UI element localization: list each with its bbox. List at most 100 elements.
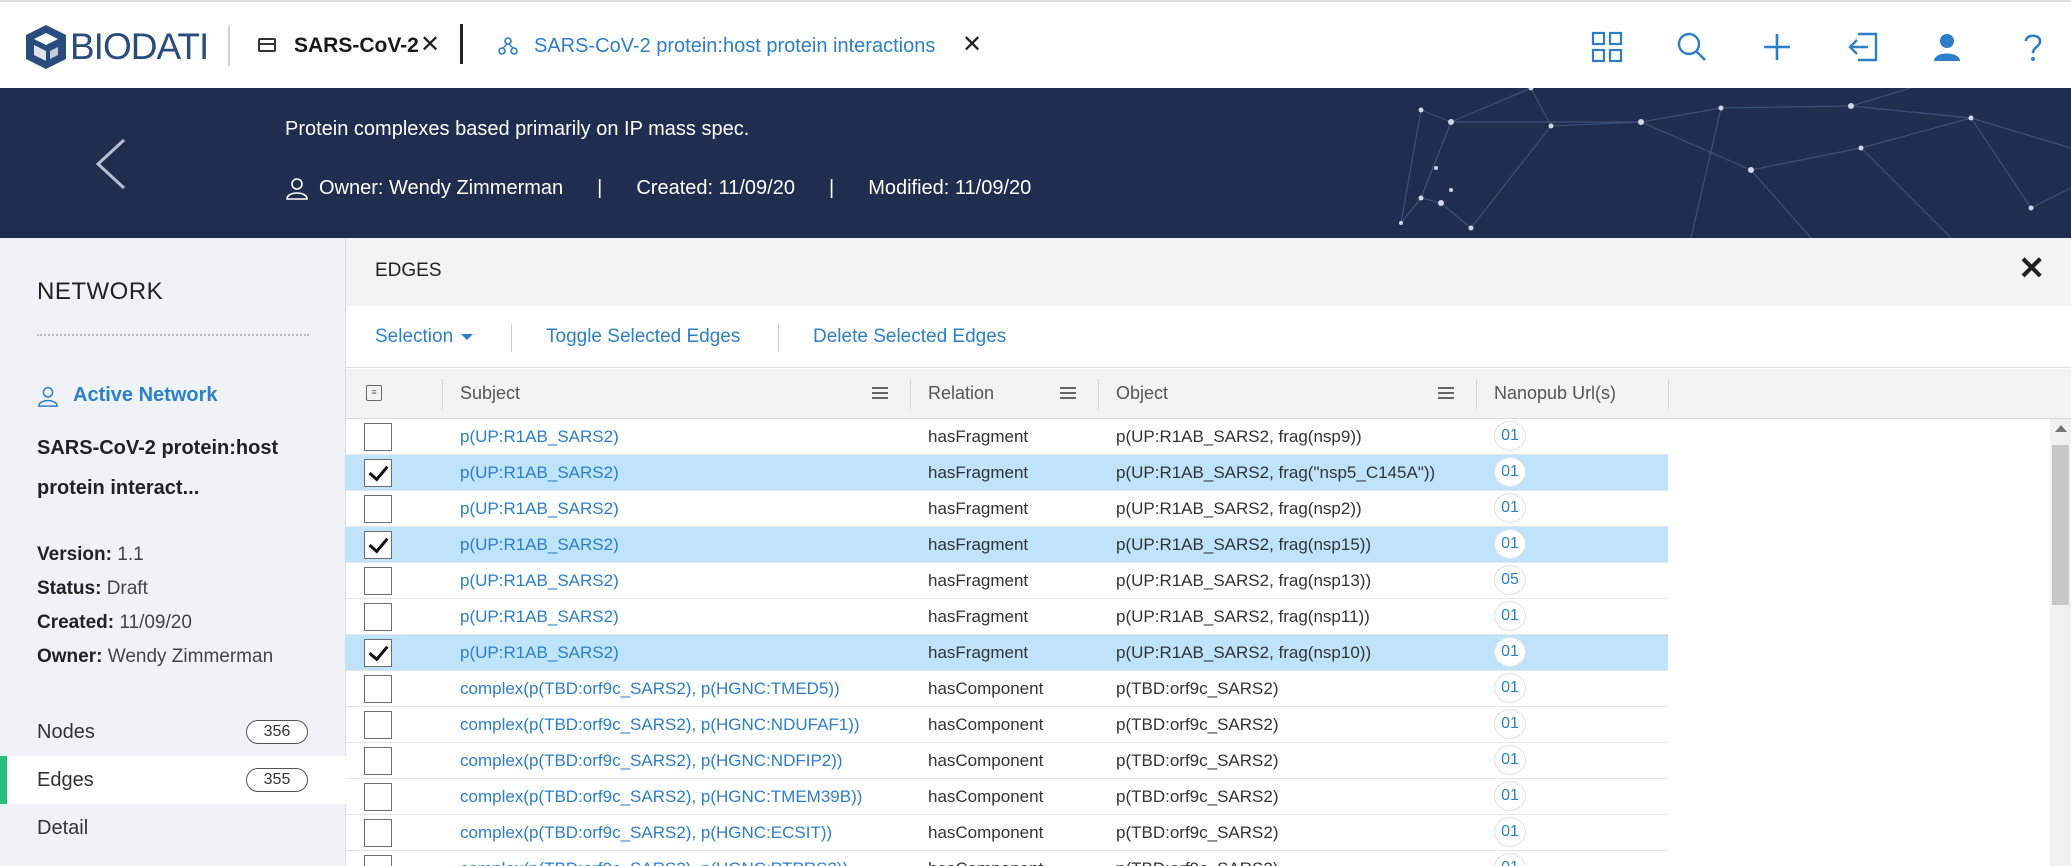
nanopub-link[interactable]: 01 (1494, 673, 1526, 703)
nanopub-link[interactable]: 01 (1494, 457, 1526, 487)
row-checkbox[interactable] (364, 639, 392, 667)
row-checkbox[interactable] (364, 423, 392, 451)
row-checkbox[interactable] (364, 603, 392, 631)
column-menu-icon[interactable] (872, 387, 888, 399)
delete-selected-edges-button[interactable]: Delete Selected Edges (813, 326, 1006, 348)
table-row[interactable]: p(UP:R1AB_SARS2) hasFragment p(UP:R1AB_SAR… (346, 419, 1668, 455)
column-header-relation[interactable]: Relation (928, 383, 994, 404)
subject-link[interactable]: p(UP:R1AB_SARS2) (460, 643, 619, 663)
table-row[interactable]: complex(p(TBD:orf9c_SARS2), p(HGNC:PTPRS… (346, 851, 1668, 866)
table-row[interactable]: complex(p(TBD:orf9c_SARS2), p(HGNC:TMEM3… (346, 779, 1668, 815)
table-row[interactable]: p(UP:R1AB_SARS2) hasFragment p(UP:R1AB_SAR… (346, 563, 1668, 599)
table-row[interactable]: complex(p(TBD:orf9c_SARS2), p(HGNC:NDUFA… (346, 707, 1668, 743)
sidebar-item-nodes[interactable]: Nodes 356 (0, 708, 346, 756)
sidebar-item-detail[interactable]: Detail (0, 804, 346, 852)
subject-link[interactable]: p(UP:R1AB_SARS2) (460, 463, 619, 483)
object-cell: p(TBD:orf9c_SARS2) (1116, 679, 1279, 698)
row-checkbox[interactable] (364, 819, 392, 847)
object-cell: p(TBD:orf9c_SARS2) (1116, 787, 1279, 806)
divider (37, 334, 309, 336)
relation-cell: hasComponent (928, 679, 1044, 698)
nanopub-link[interactable]: 01 (1494, 817, 1526, 847)
subject-link[interactable]: p(UP:R1AB_SARS2) (460, 499, 619, 519)
close-tab-icon[interactable]: ✕ (962, 33, 982, 57)
grid-header: ≡ Subject Relation Object Nanopub Url(s) (346, 369, 2071, 419)
row-checkbox[interactable] (364, 675, 392, 703)
search-icon[interactable] (1675, 30, 1709, 64)
scroll-up-icon[interactable] (2055, 425, 2067, 432)
status-field: Status: Draft (37, 578, 148, 600)
back-chevron-icon[interactable] (92, 136, 128, 192)
nanopub-link[interactable]: 01 (1494, 421, 1526, 451)
divider (511, 324, 512, 352)
column-header-subject[interactable]: Subject (460, 383, 520, 404)
table-row[interactable]: complex(p(TBD:orf9c_SARS2), p(HGNC:TMED5… (346, 671, 1668, 707)
network-name: SARS-CoV-2 protein:host protein interact… (37, 437, 279, 499)
close-tab-icon[interactable]: ✕ (420, 33, 440, 57)
column-divider (1668, 379, 1669, 409)
subject-link[interactable]: complex(p(TBD:orf9c_SARS2), p(HGNC:PTPRS… (460, 859, 848, 866)
table-row[interactable]: complex(p(TBD:orf9c_SARS2), p(HGNC:NDFIP… (346, 743, 1668, 779)
sidebar-item-edges[interactable]: Edges 355 (0, 756, 346, 804)
column-menu-icon[interactable] (1060, 387, 1076, 399)
vertical-scrollbar[interactable] (2050, 419, 2071, 866)
subject-link[interactable]: complex(p(TBD:orf9c_SARS2), p(HGNC:TMEM3… (460, 787, 862, 807)
grid-icon[interactable] (1590, 30, 1624, 64)
active-network-link[interactable]: Active Network (37, 384, 218, 407)
scrollbar-thumb[interactable] (2052, 445, 2069, 605)
selection-dropdown[interactable]: Selection (375, 326, 474, 348)
table-row[interactable]: complex(p(TBD:orf9c_SARS2), p(HGNC:ECSIT… (346, 815, 1668, 851)
nanopub-link[interactable]: 01 (1494, 493, 1526, 523)
nanopub-link[interactable]: 01 (1494, 709, 1526, 739)
row-checkbox[interactable] (364, 459, 392, 487)
table-row[interactable]: p(UP:R1AB_SARS2) hasFragment p(UP:R1AB_SAR… (346, 455, 1668, 491)
nanopub-link[interactable]: 01 (1494, 745, 1526, 775)
table-row[interactable]: p(UP:R1AB_SARS2) hasFragment p(UP:R1AB_SAR… (346, 599, 1668, 635)
network-sidebar: NETWORK Active Network SARS-CoV-2 protei… (0, 238, 346, 866)
subject-link[interactable]: complex(p(TBD:orf9c_SARS2), p(HGNC:TMED5… (460, 679, 840, 699)
nanopub-link[interactable]: 01 (1494, 637, 1526, 667)
help-icon[interactable] (2016, 30, 2050, 64)
table-row[interactable]: p(UP:R1AB_SARS2) hasFragment p(UP:R1AB_SAR… (346, 635, 1668, 671)
nanopub-link[interactable]: 01 (1494, 781, 1526, 811)
column-menu-icon[interactable] (1438, 387, 1454, 399)
object-cell: p(UP:R1AB_SARS2, frag("nsp5_C145A")) (1116, 463, 1436, 482)
owner-label: Owner: (37, 646, 103, 667)
subject-link[interactable]: complex(p(TBD:orf9c_SARS2), p(HGNC:NDUFA… (460, 715, 860, 735)
subject-link[interactable]: complex(p(TBD:orf9c_SARS2), p(HGNC:NDFIP… (460, 751, 843, 771)
row-checkbox[interactable] (364, 531, 392, 559)
column-header-object[interactable]: Object (1116, 383, 1168, 404)
nanopub-link[interactable]: 05 (1494, 565, 1526, 595)
created-field: Created: 11/09/20 (37, 612, 192, 634)
column-header-nanopub[interactable]: Nanopub Url(s) (1494, 383, 1616, 404)
row-checkbox[interactable] (364, 783, 392, 811)
row-checkbox[interactable] (364, 711, 392, 739)
table-row[interactable]: p(UP:R1AB_SARS2) hasFragment p(UP:R1AB_SAR… (346, 491, 1668, 527)
subject-link[interactable]: p(UP:R1AB_SARS2) (460, 427, 619, 447)
nanopub-link[interactable]: 01 (1494, 601, 1526, 631)
row-checkbox[interactable] (364, 855, 392, 866)
toggle-selected-edges-button[interactable]: Toggle Selected Edges (546, 326, 740, 348)
close-panel-icon[interactable]: ✕ (2018, 252, 2045, 284)
user-outline-icon (38, 386, 58, 407)
row-checkbox[interactable] (364, 567, 392, 595)
row-checkbox[interactable] (364, 495, 392, 523)
subject-link[interactable]: complex(p(TBD:orf9c_SARS2), p(HGNC:ECSIT… (460, 823, 832, 843)
plus-icon[interactable] (1760, 30, 1794, 64)
table-row[interactable]: p(UP:R1AB_SARS2) hasFragment p(UP:R1AB_SAR… (346, 527, 1668, 563)
row-checkbox[interactable] (364, 747, 392, 775)
relation-cell: hasComponent (928, 787, 1044, 806)
subject-link[interactable]: p(UP:R1AB_SARS2) (460, 571, 619, 591)
select-all-checkbox[interactable]: ≡ (366, 385, 382, 401)
object-cell: p(UP:R1AB_SARS2, frag(nsp2)) (1116, 499, 1362, 518)
subject-link[interactable]: p(UP:R1AB_SARS2) (460, 607, 619, 627)
import-icon[interactable] (1846, 30, 1880, 64)
nanopub-link[interactable]: 01 (1494, 529, 1526, 559)
nanopub-link[interactable]: 01 (1494, 853, 1526, 866)
column-divider (442, 379, 443, 409)
user-icon[interactable] (1930, 30, 1964, 64)
network-icon (498, 37, 518, 55)
subject-link[interactable]: p(UP:R1AB_SARS2) (460, 535, 619, 555)
biodati-logo[interactable]: BIODATI (22, 20, 209, 74)
status-value: Draft (106, 578, 148, 599)
